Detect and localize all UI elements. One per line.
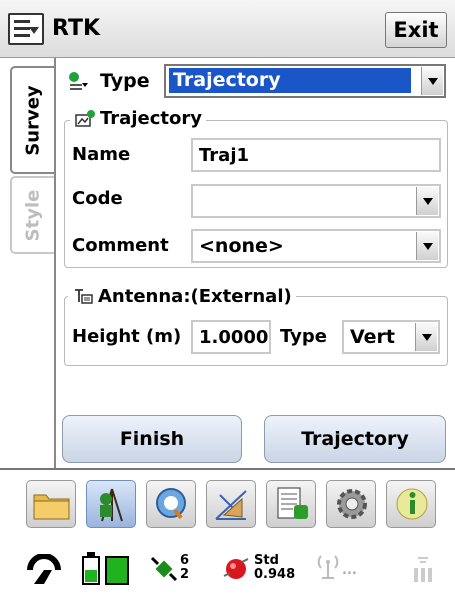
title-bar: RTK Exit xyxy=(0,0,455,58)
survey-icon[interactable] xyxy=(86,480,136,528)
chevron-down-icon[interactable] xyxy=(416,187,438,215)
comment-select[interactable]: <none> xyxy=(191,229,441,263)
trajectory-icon xyxy=(75,109,95,127)
cogo-icon[interactable] xyxy=(206,480,256,528)
comment-select-value: <none> xyxy=(199,235,284,257)
tab-survey[interactable]: Survey xyxy=(10,66,54,174)
code-select[interactable] xyxy=(191,184,441,218)
satellites-top: 6 xyxy=(180,553,190,568)
radio-status-text: ... xyxy=(342,563,357,578)
solution-type: Std xyxy=(254,553,279,568)
tab-style[interactable]: Style xyxy=(10,176,54,254)
link-status-icon[interactable] xyxy=(26,554,66,586)
gnss-position-icon[interactable] xyxy=(222,554,250,584)
status-bar: 6 2 Std 0.948 ... xyxy=(0,540,455,600)
name-label: Name xyxy=(72,144,131,165)
antenna-icon xyxy=(75,288,93,304)
info-icon[interactable] xyxy=(386,480,436,528)
bottom-toolbar: 6 2 Std 0.948 ... xyxy=(0,468,455,604)
satellite-icon[interactable] xyxy=(150,554,178,584)
survey-panel: Type Trajectory Trajectory Name Traj1 Co… xyxy=(54,58,455,468)
trajectory-button[interactable]: Trajectory xyxy=(264,415,446,463)
data-icon[interactable] xyxy=(266,480,316,528)
code-label: Code xyxy=(72,188,123,209)
tab-survey-label: Survey xyxy=(22,84,44,156)
antenna-group-title: Antenna:(External) xyxy=(68,286,296,307)
view-icon[interactable] xyxy=(146,480,196,528)
folder-icon[interactable] xyxy=(26,480,76,528)
name-field[interactable]: Traj1 xyxy=(191,138,441,172)
radio-icon[interactable] xyxy=(316,552,340,582)
height-label: Height (m) xyxy=(72,326,182,347)
chevron-down-icon[interactable] xyxy=(421,67,443,95)
cellular-icon[interactable] xyxy=(412,554,434,584)
tab-style-label: Style xyxy=(22,189,44,241)
satellites-bottom: 2 xyxy=(180,567,190,582)
tab-strip: Survey Style xyxy=(0,58,56,468)
name-field-value: Traj1 xyxy=(199,145,250,166)
type-select[interactable]: Trajectory xyxy=(164,64,446,98)
height-field-value: 1.0000 xyxy=(199,327,269,348)
chevron-down-icon[interactable] xyxy=(415,323,437,351)
settings-icon[interactable] xyxy=(326,480,376,528)
antenna-type-value: Vert xyxy=(350,326,396,348)
start-menu-icon[interactable] xyxy=(8,13,44,45)
trajectory-group-label: Trajectory xyxy=(100,108,202,129)
point-type-icon xyxy=(69,72,88,90)
finish-button[interactable]: Finish xyxy=(62,415,242,463)
trajectory-group-title: Trajectory xyxy=(70,108,206,129)
window-title: RTK xyxy=(52,16,101,41)
antenna-type-label: Type xyxy=(280,326,327,347)
height-field[interactable]: 1.0000 xyxy=(191,320,271,354)
chevron-down-icon[interactable] xyxy=(416,232,438,260)
exit-button[interactable]: Exit xyxy=(385,12,447,48)
antenna-type-select[interactable]: Vert xyxy=(342,320,440,354)
battery-icon[interactable] xyxy=(80,552,132,586)
type-label: Type xyxy=(100,70,150,92)
solution-value: 0.948 xyxy=(254,567,296,582)
antenna-group-label: Antenna:(External) xyxy=(98,286,292,307)
type-select-value: Trajectory xyxy=(169,68,411,93)
comment-label: Comment xyxy=(72,235,169,256)
